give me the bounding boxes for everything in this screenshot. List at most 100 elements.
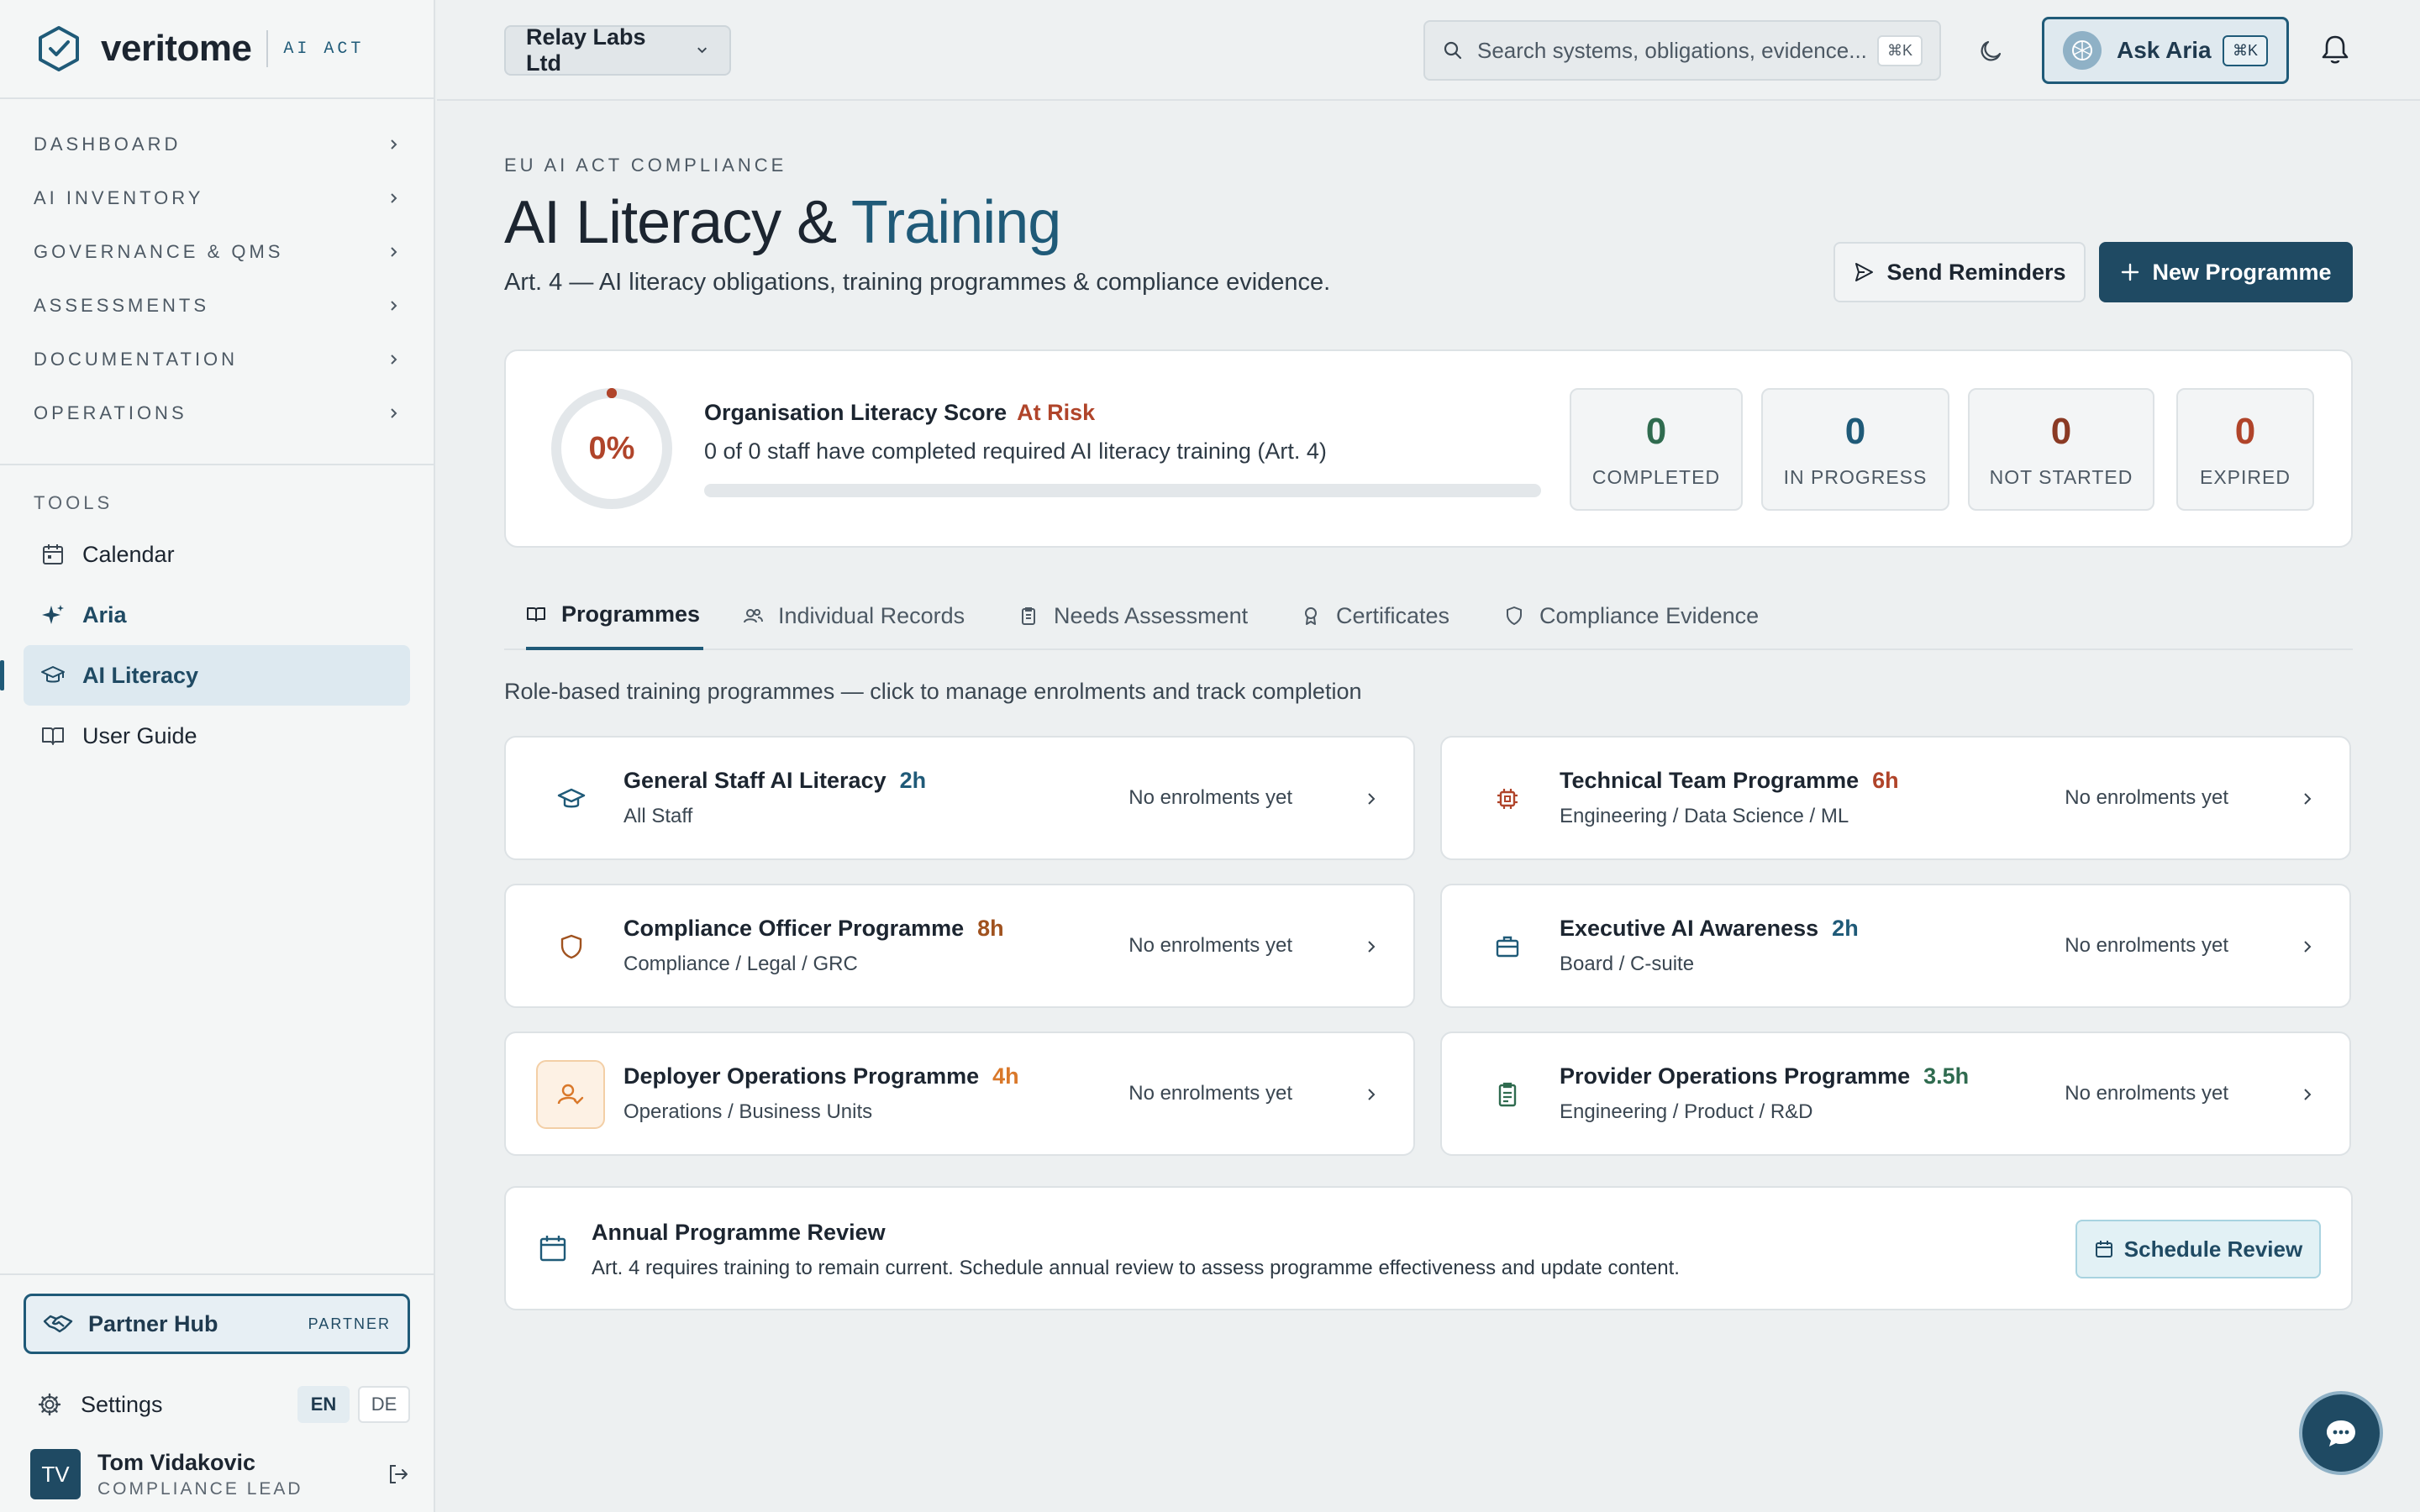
programme-audience: Compliance / Legal / GRC — [623, 953, 858, 975]
score-progress-bar — [704, 484, 1541, 497]
programme-title: Provider Operations Programme 3.5h — [1560, 1063, 1969, 1089]
programme-card-compliance-officer[interactable]: Compliance Officer Programme 8h Complianc… — [504, 884, 1415, 1008]
programme-name: General Staff AI Literacy — [623, 768, 886, 793]
avatar[interactable]: TV — [30, 1449, 81, 1499]
nav-item-governance[interactable]: GOVERNANCE & QMS — [0, 225, 434, 279]
tab-individual-records[interactable]: Individual Records — [743, 581, 965, 650]
programme-hours: 8h — [977, 916, 1004, 941]
users-icon — [744, 609, 763, 623]
award-icon — [1305, 607, 1317, 625]
tab-label: Needs Assessment — [1054, 602, 1249, 628]
shield-icon — [536, 924, 607, 969]
book-icon — [42, 727, 64, 745]
search-shortcut: ⌘K — [1876, 34, 1923, 66]
organisation-name: Relay Labs Ltd — [526, 24, 646, 76]
sidebar-item-aria[interactable]: Aria — [24, 585, 410, 645]
stat-not-started[interactable]: 0 NOT STARTED — [1968, 388, 2154, 511]
programme-name: Deployer Operations Programme — [623, 1063, 980, 1089]
chat-bubble-button[interactable] — [2299, 1391, 2383, 1475]
briefcase-icon — [1472, 924, 1543, 969]
page-title: AI Literacy & Training — [504, 188, 1061, 257]
nav-item-label: ASSESSMENTS — [34, 295, 210, 316]
tools-heading: TOOLS — [34, 492, 113, 513]
programme-hours: 4h — [992, 1063, 1019, 1089]
programme-enrolment-status: No enrolments yet — [1128, 1082, 1292, 1105]
nav-item-operations[interactable]: OPERATIONS — [0, 386, 434, 440]
sidebar-item-ai-literacy[interactable]: AI Literacy — [0, 645, 410, 706]
schedule-review-button[interactable]: Schedule Review — [2075, 1220, 2321, 1278]
page-subtitle: Art. 4 — AI literacy obligations, traini… — [504, 269, 1331, 296]
stat-in-progress[interactable]: 0 IN PROGRESS — [1761, 388, 1949, 511]
programme-name: Provider Operations Programme — [1560, 1063, 1911, 1089]
tab-programmes[interactable]: Programmes — [526, 581, 704, 650]
score-description: 0 of 0 staff have completed required AI … — [704, 438, 1327, 464]
ask-aria-button[interactable]: Ask Aria ⌘K — [2042, 17, 2289, 84]
chevron-right-icon — [391, 139, 397, 150]
chevron-right-icon — [1368, 1089, 1376, 1100]
tab-needs-assessment[interactable]: Needs Assessment — [1018, 581, 1248, 650]
programme-card-executive[interactable]: Executive AI Awareness 2h Board / C-suite… — [1440, 884, 2351, 1008]
stat-expired[interactable]: 0 EXPIRED — [2176, 388, 2314, 511]
settings-link[interactable]: Settings — [81, 1392, 289, 1418]
stat-completed[interactable]: 0 COMPLETED — [1570, 388, 1743, 511]
stat-label: EXPIRED — [2200, 465, 2291, 488]
bell-icon[interactable] — [2317, 32, 2353, 67]
chevron-right-icon — [2304, 793, 2312, 805]
chevron-right-icon — [391, 193, 397, 203]
sidebar-item-label: User Guide — [82, 722, 197, 748]
partner-hub-button[interactable]: Partner Hub PARTNER — [24, 1294, 410, 1354]
sidebar-item-calendar[interactable]: Calendar — [24, 524, 410, 585]
tab-bar: Programmes Individual Records Needs Asse… — [504, 581, 2353, 650]
sidebar: veritome AI ACT DASHBOARD AI INVENTORY G… — [0, 0, 435, 1512]
clipboard-icon — [1022, 607, 1035, 625]
language-en-button[interactable]: EN — [297, 1386, 350, 1423]
nav-item-assessments[interactable]: ASSESSMENTS — [0, 279, 434, 333]
global-search[interactable]: Search systems, obligations, evidence...… — [1423, 20, 1941, 81]
tab-caption: Role-based training programmes — click t… — [504, 679, 1362, 704]
programme-enrolment-status: No enrolments yet — [2065, 934, 2228, 957]
programme-title: Compliance Officer Programme 8h — [623, 916, 1004, 942]
nav-item-ai-inventory[interactable]: AI INVENTORY — [0, 171, 434, 225]
chevron-right-icon — [2304, 1089, 2312, 1100]
programme-title: Executive AI Awareness 2h — [1560, 916, 1859, 942]
new-programme-button[interactable]: New Programme — [2099, 242, 2353, 302]
nav-item-documentation[interactable]: DOCUMENTATION — [0, 333, 434, 386]
tab-certificates[interactable]: Certificates — [1301, 581, 1449, 650]
plus-icon — [2122, 263, 2139, 281]
partner-hub-label: Partner Hub — [88, 1310, 218, 1336]
user-role: COMPLIANCE LEAD — [97, 1478, 303, 1499]
handshake-icon — [43, 1315, 73, 1333]
language-de-button[interactable]: DE — [358, 1386, 410, 1423]
book-icon — [527, 607, 545, 622]
gear-icon[interactable] — [37, 1392, 62, 1417]
chevron-right-icon — [391, 408, 397, 418]
literacy-score-card: 0% Organisation Literacy Score At Risk 0 … — [504, 349, 2353, 548]
programme-title: General Staff AI Literacy 2h — [623, 768, 926, 794]
programme-card-provider-operations[interactable]: Provider Operations Programme 3.5h Engine… — [1440, 1032, 2351, 1156]
tab-label: Certificates — [1336, 602, 1450, 628]
search-input[interactable]: Search systems, obligations, evidence... — [1477, 38, 1869, 64]
calendar-icon — [539, 1236, 566, 1262]
programme-card-deployer-operations[interactable]: Deployer Operations Programme 4h Operatio… — [504, 1032, 1415, 1156]
moon-icon[interactable] — [1976, 35, 2007, 66]
organisation-select[interactable]: Relay Labs Ltd — [504, 24, 731, 76]
brand[interactable]: veritome AI ACT — [0, 0, 434, 99]
search-icon — [1444, 41, 1462, 60]
chip-icon — [1472, 776, 1543, 822]
page-title-main: AI Literacy & — [504, 189, 851, 256]
send-reminders-button[interactable]: Send Reminders — [1833, 242, 2086, 302]
sidebar-item-user-guide[interactable]: User Guide — [24, 706, 410, 766]
tab-compliance-evidence[interactable]: Compliance Evidence — [1504, 581, 1759, 650]
nav-item-dashboard[interactable]: DASHBOARD — [0, 118, 434, 171]
nav-item-label: AI INVENTORY — [34, 187, 204, 208]
top-bar: Relay Labs Ltd Search systems, obligatio… — [437, 0, 2420, 101]
nav-item-label: GOVERNANCE & QMS — [34, 241, 284, 262]
stat-value: 0 — [1645, 410, 1667, 452]
programme-card-technical-team[interactable]: Technical Team Programme 6h Engineering /… — [1440, 736, 2351, 860]
aria-orb-icon — [2063, 31, 2102, 70]
review-title: Annual Programme Review — [592, 1220, 886, 1245]
nav-item-label: OPERATIONS — [34, 402, 187, 423]
programme-card-general-staff[interactable]: General Staff AI Literacy 2h All Staff No… — [504, 736, 1415, 860]
page-title-accent: Training — [850, 189, 1061, 256]
logout-icon[interactable] — [387, 1462, 410, 1486]
